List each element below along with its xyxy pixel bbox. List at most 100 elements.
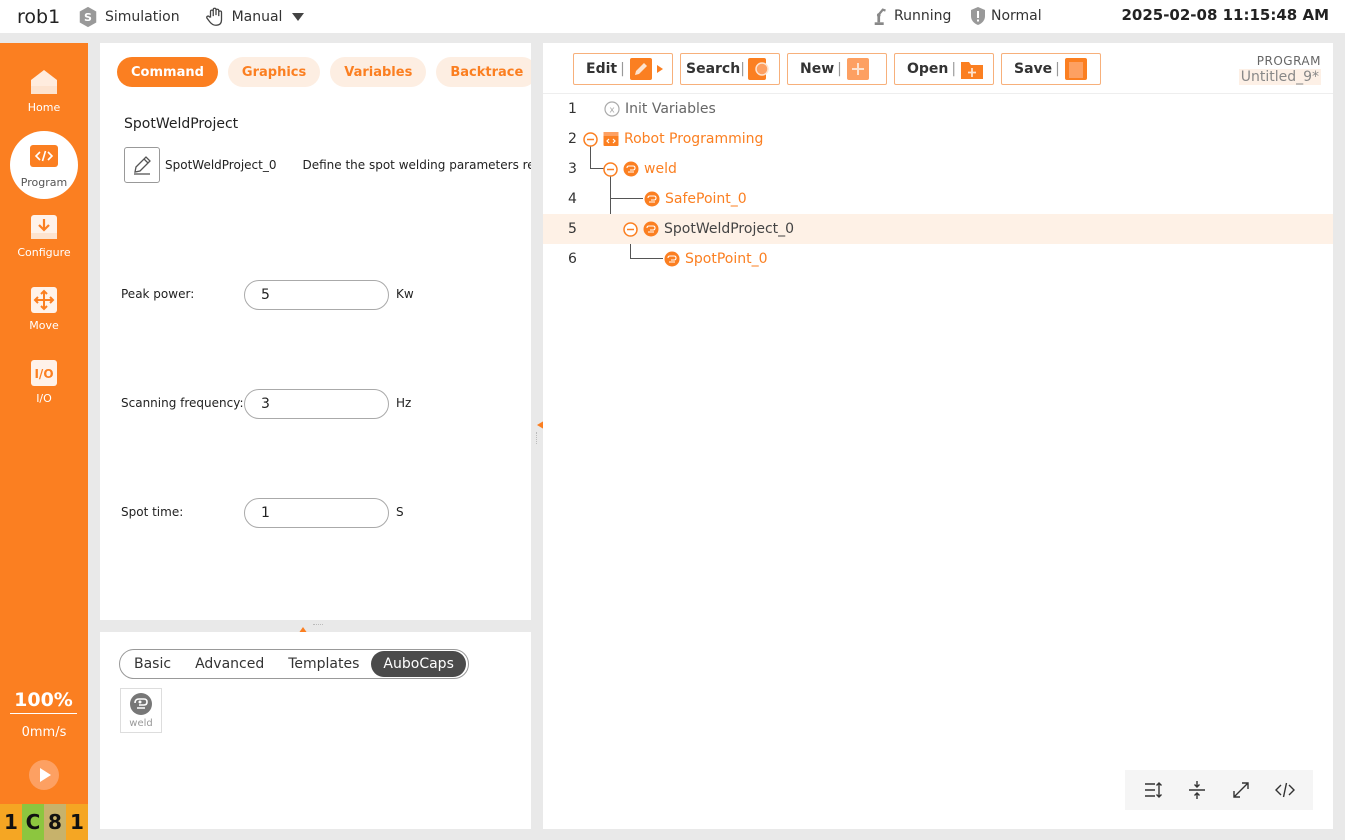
tab-advanced[interactable]: Advanced: [183, 651, 276, 677]
simulation-indicator[interactable]: S Simulation: [77, 6, 180, 28]
move-arrows-icon: [31, 287, 57, 313]
program-line-3[interactable]: 3 weld: [543, 154, 1333, 184]
project-name: SpotWeldProject_0: [165, 158, 277, 172]
node-label: Init Variables: [625, 101, 716, 117]
program-line-1[interactable]: 1 x Init Variables: [543, 94, 1333, 124]
node-label: SafePoint_0: [665, 191, 747, 207]
speed-percentage[interactable]: 100%: [10, 689, 77, 714]
weld-icon: [130, 693, 152, 715]
play-button[interactable]: [29, 760, 59, 790]
robot-arm-icon: [874, 8, 886, 25]
sidebar-item-label: Move: [29, 319, 59, 332]
tree-node: Robot Programming: [583, 131, 763, 147]
list-expand-icon: [1145, 782, 1162, 798]
manual-mode-dropdown[interactable]: Manual: [204, 6, 305, 28]
project-description: Define the spot welding parameters re: [302, 158, 531, 172]
peak-power-input[interactable]: [244, 280, 389, 310]
code-icon: [30, 144, 58, 167]
robot-name: rob1: [17, 5, 61, 28]
library-tabs: Basic Advanced Templates AuboCaps: [119, 649, 469, 679]
program-block-icon: [603, 132, 619, 146]
line-number: 4: [568, 191, 577, 207]
program-line-6[interactable]: 6 SpotPoint_0: [543, 244, 1333, 274]
fullscreen-icon: [1233, 782, 1249, 798]
speed-readout: 0mm/s: [21, 725, 67, 740]
horizontal-splitter[interactable]: [313, 624, 323, 627]
status-codes: 1 C 8 1: [0, 804, 88, 840]
scanning-frequency-input[interactable]: [244, 389, 389, 419]
line-number: 1: [568, 101, 577, 117]
tab-command[interactable]: Command: [117, 57, 218, 87]
tab-backtrace[interactable]: Backtrace: [436, 57, 531, 87]
fullscreen-button[interactable]: [1224, 773, 1258, 807]
spot-time-unit: S: [396, 505, 404, 519]
svg-text:I/O: I/O: [34, 367, 53, 381]
tree-node: SpotPoint_0: [664, 251, 768, 267]
safety-status: Normal: [969, 6, 1042, 26]
normal-label: Normal: [991, 8, 1042, 24]
line-number: 2: [568, 131, 577, 147]
project-row: SpotWeldProject_0 Define the spot weldin…: [124, 147, 531, 183]
node-label: weld: [644, 161, 677, 177]
io-icon: I/O: [31, 360, 57, 386]
hand-icon: [205, 7, 222, 26]
collapse-icon[interactable]: [623, 221, 638, 237]
tab-aubocaps[interactable]: AuboCaps: [371, 651, 466, 677]
sidebar-item-label: Home: [27, 101, 61, 114]
chevron-down-icon: [292, 12, 305, 21]
expand-all-button[interactable]: [1136, 773, 1170, 807]
command-tabs: Command Graphics Variables Backtrace: [117, 57, 531, 87]
node-label: SpotPoint_0: [685, 251, 768, 267]
sidebar-item-configure[interactable]: Configure: [0, 212, 88, 259]
status-code: C: [22, 804, 44, 840]
weld-node-icon: [644, 191, 660, 207]
status-code: 1: [66, 804, 88, 840]
simulation-icon: S: [79, 6, 97, 27]
peak-power-label: Peak power:: [121, 287, 195, 301]
collapse-icon[interactable]: [583, 131, 598, 147]
view-tools: [1125, 770, 1313, 810]
project-title: SpotWeldProject: [124, 116, 239, 132]
tab-templates[interactable]: Templates: [276, 651, 371, 677]
sidebar-item-program[interactable]: Program: [10, 131, 78, 199]
play-icon: [40, 768, 51, 782]
collapse-all-button[interactable]: [1180, 773, 1214, 807]
pencil-icon: [134, 156, 151, 175]
line-number: 3: [568, 161, 577, 177]
weld-node-icon: [643, 221, 659, 237]
sidebar-item-label: Program: [20, 175, 68, 189]
command-panel: Command Graphics Variables Backtrace Spo…: [100, 43, 531, 620]
spot-time-input[interactable]: [244, 498, 389, 528]
shield-icon: [971, 7, 985, 25]
code-view-button[interactable]: [1268, 773, 1302, 807]
line-number: 6: [568, 251, 577, 267]
weld-cap-button[interactable]: weld: [120, 688, 162, 733]
scanning-frequency-unit: Hz: [396, 396, 412, 410]
tree-node: weld: [603, 161, 677, 177]
vertical-splitter[interactable]: [536, 432, 539, 444]
variable-icon: x: [604, 101, 620, 117]
tab-basic[interactable]: Basic: [122, 651, 183, 677]
code-icon: [1275, 782, 1295, 798]
tree-node: x Init Variables: [604, 101, 716, 117]
program-line-2[interactable]: 2 Robot Programming: [543, 124, 1333, 154]
tab-graphics[interactable]: Graphics: [227, 57, 321, 87]
sidebar-item-move[interactable]: Move: [0, 285, 88, 332]
tab-variables[interactable]: Variables: [330, 57, 427, 87]
node-label: SpotWeldProject_0: [664, 221, 795, 237]
download-icon: [31, 215, 57, 239]
scanning-frequency-label: Scanning frequency:: [121, 396, 244, 410]
collapse-vertical-icon: [1189, 781, 1205, 799]
collapse-icon[interactable]: [603, 161, 618, 177]
sidebar-item-home[interactable]: Home: [0, 67, 88, 114]
node-label: Robot Programming: [624, 131, 764, 147]
program-line-4[interactable]: 4 SafePoint_0: [543, 184, 1333, 214]
line-number: 5: [568, 221, 577, 237]
sidebar-item-io[interactable]: I/O I/O: [0, 358, 88, 405]
sidebar: Home Program Configure Move I/O I/O 100%…: [0, 43, 88, 840]
status-code: 8: [44, 804, 66, 840]
program-line-5[interactable]: 5 SpotWeldProject_0: [543, 214, 1333, 244]
edit-project-button[interactable]: [124, 147, 160, 183]
program-panel: Edit | Search | New | Open | Save | PROG…: [543, 43, 1333, 829]
tree-node: SafePoint_0: [644, 191, 747, 207]
